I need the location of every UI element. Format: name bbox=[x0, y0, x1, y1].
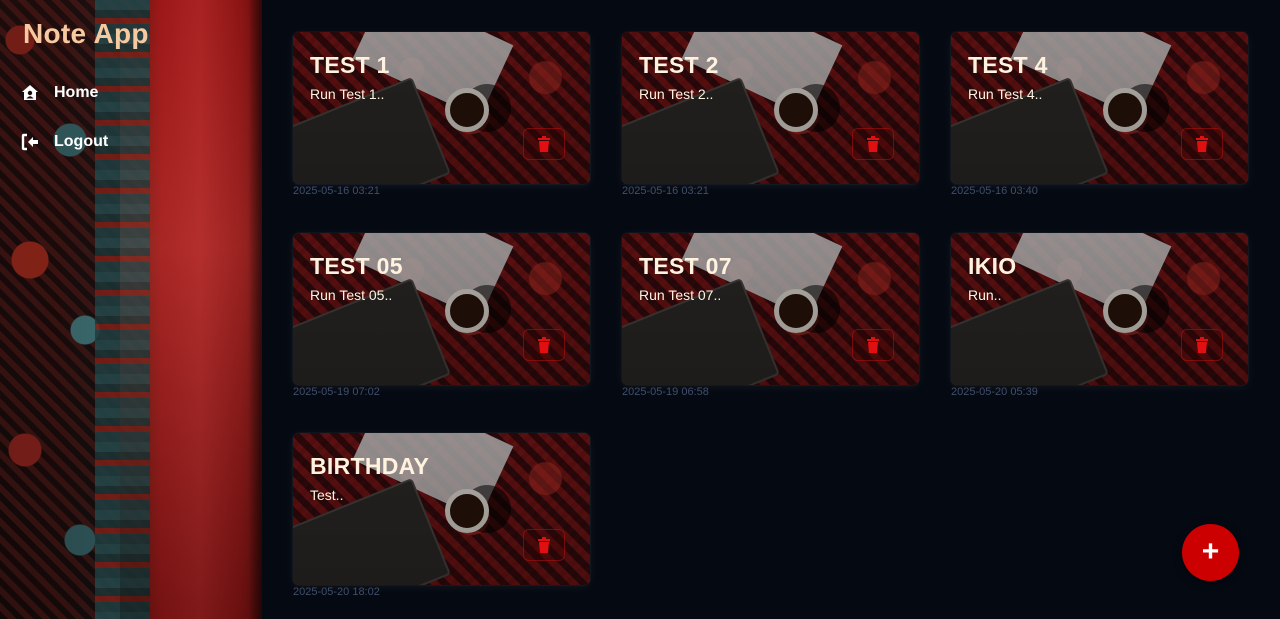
note-preview: Test.. bbox=[310, 487, 344, 503]
trash-icon bbox=[538, 136, 550, 152]
delete-note-button[interactable] bbox=[1181, 128, 1223, 160]
trash-icon bbox=[1196, 337, 1208, 353]
note-preview: Run.. bbox=[968, 287, 1002, 303]
note-card-wrapper: TEST 2 Run Test 2.. 2025-05-16 03:21 bbox=[622, 32, 919, 197]
note-preview: Run Test 05.. bbox=[310, 287, 393, 303]
note-date: 2025-05-16 03:40 bbox=[951, 185, 1038, 197]
plus-icon: + bbox=[1201, 534, 1220, 568]
delete-note-button[interactable] bbox=[523, 329, 565, 361]
note-card-wrapper: TEST 05 Run Test 05.. 2025-05-19 07:02 bbox=[293, 233, 590, 398]
sidebar-background-light bbox=[120, 0, 262, 619]
note-card[interactable]: TEST 1 Run Test 1.. bbox=[293, 32, 590, 184]
note-card[interactable]: TEST 05 Run Test 05.. bbox=[293, 233, 590, 385]
delete-note-button[interactable] bbox=[523, 529, 565, 561]
note-card-wrapper: TEST 1 Run Test 1.. 2025-05-16 03:21 bbox=[293, 32, 590, 197]
note-title: TEST 2 bbox=[639, 52, 719, 78]
note-date: 2025-05-20 05:39 bbox=[951, 386, 1038, 398]
note-title: IKIO bbox=[968, 253, 1017, 279]
sidebar-shadow bbox=[248, 0, 262, 619]
trash-icon bbox=[538, 537, 550, 553]
note-title: TEST 05 bbox=[310, 253, 403, 279]
sidebar-item-home[interactable]: Home bbox=[20, 83, 98, 103]
note-card-wrapper: TEST 4 Run Test 4.. 2025-05-16 03:40 bbox=[951, 32, 1248, 197]
note-preview: Run Test 1.. bbox=[310, 86, 385, 102]
note-card-wrapper: IKIO Run.. 2025-05-20 05:39 bbox=[951, 233, 1248, 398]
note-card-wrapper: TEST 07 Run Test 07.. 2025-05-19 06:58 bbox=[622, 233, 919, 398]
note-card[interactable]: BIRTHDAY Test.. bbox=[293, 433, 590, 585]
trash-icon bbox=[867, 136, 879, 152]
note-date: 2025-05-19 06:58 bbox=[622, 386, 709, 398]
notes-grid: TEST 1 Run Test 1.. 2025-05-16 03:21 TES… bbox=[262, 0, 1280, 619]
trash-icon bbox=[538, 337, 550, 353]
sidebar-item-logout[interactable]: Logout bbox=[20, 132, 108, 152]
app-title: Note App bbox=[23, 18, 149, 49]
note-card[interactable]: IKIO Run.. bbox=[951, 233, 1248, 385]
sidebar-item-label: Logout bbox=[54, 133, 109, 150]
note-title: TEST 4 bbox=[968, 52, 1048, 78]
trash-icon bbox=[867, 337, 879, 353]
note-card[interactable]: TEST 2 Run Test 2.. bbox=[622, 32, 919, 184]
trash-icon bbox=[1196, 136, 1208, 152]
note-preview: Run Test 2.. bbox=[639, 86, 714, 102]
note-card[interactable]: TEST 07 Run Test 07.. bbox=[622, 233, 919, 385]
note-date: 2025-05-16 03:21 bbox=[293, 185, 380, 197]
note-date: 2025-05-20 18:02 bbox=[293, 586, 380, 598]
delete-note-button[interactable] bbox=[523, 128, 565, 160]
home-icon bbox=[20, 83, 40, 103]
note-card-wrapper: BIRTHDAY Test.. 2025-05-20 18:02 bbox=[293, 433, 590, 598]
note-title: BIRTHDAY bbox=[310, 453, 430, 479]
delete-note-button[interactable] bbox=[852, 128, 894, 160]
note-date: 2025-05-19 07:02 bbox=[293, 386, 380, 398]
sidebar: Note App Home Logout bbox=[0, 0, 262, 619]
add-note-button[interactable]: + bbox=[1182, 524, 1239, 581]
delete-note-button[interactable] bbox=[852, 329, 894, 361]
note-title: TEST 1 bbox=[310, 52, 390, 78]
note-preview: Run Test 4.. bbox=[968, 86, 1043, 102]
note-preview: Run Test 07.. bbox=[639, 287, 722, 303]
note-title: TEST 07 bbox=[639, 253, 732, 279]
sidebar-item-label: Home bbox=[54, 84, 99, 101]
logout-icon bbox=[20, 132, 40, 152]
note-date: 2025-05-16 03:21 bbox=[622, 185, 709, 197]
note-card[interactable]: TEST 4 Run Test 4.. bbox=[951, 32, 1248, 184]
delete-note-button[interactable] bbox=[1181, 329, 1223, 361]
